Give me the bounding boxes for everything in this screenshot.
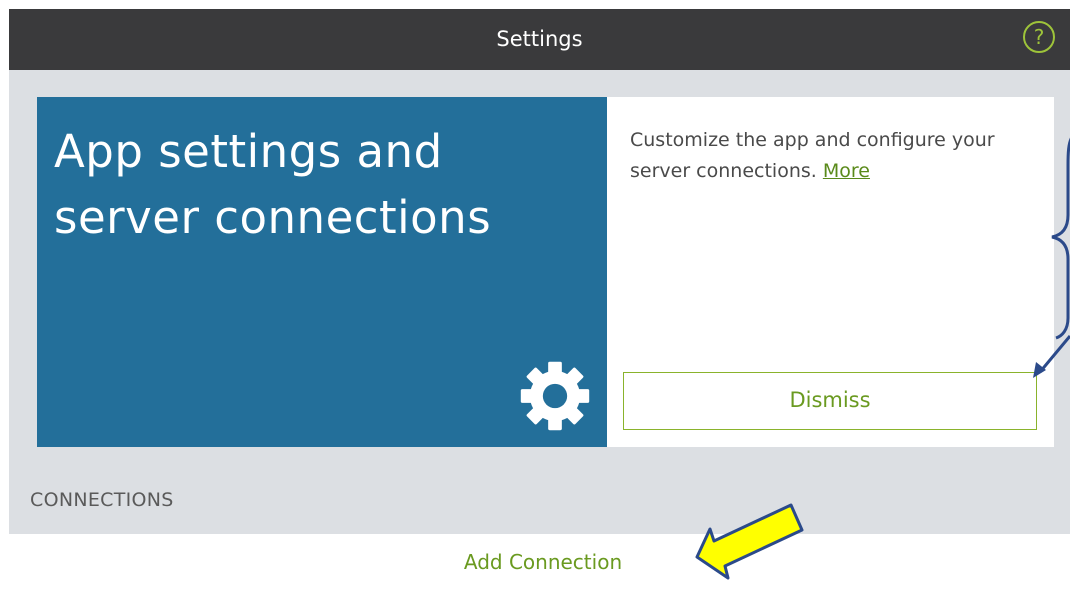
hero-title: App settings and server connections — [54, 125, 492, 244]
help-glyph: ? — [1033, 25, 1045, 49]
settings-screen: Settings ? App settings and server conne… — [9, 9, 1070, 589]
intro-card-description: Customize the app and configure your ser… — [630, 125, 1040, 187]
add-connection-button[interactable]: Add Connection — [9, 550, 1070, 574]
connections-list: Add Connection — [9, 534, 1070, 589]
question-circle-icon[interactable]: ? — [1023, 21, 1055, 53]
description-text: Customize the app and configure your ser… — [630, 129, 995, 182]
gear-icon — [520, 361, 590, 431]
connections-section-header: CONNECTIONS — [30, 489, 174, 511]
intro-card-hero: App settings and server connections — [37, 97, 607, 447]
dismiss-button[interactable]: Dismiss — [623, 372, 1037, 430]
navigation-bar: Settings ? — [9, 9, 1070, 70]
screenshot-stage: Settings ? App settings and server conne… — [0, 0, 1070, 589]
page-title: Settings — [496, 27, 583, 51]
intro-card: App settings and server connections Cust… — [37, 97, 1054, 447]
more-link[interactable]: More — [823, 160, 870, 182]
